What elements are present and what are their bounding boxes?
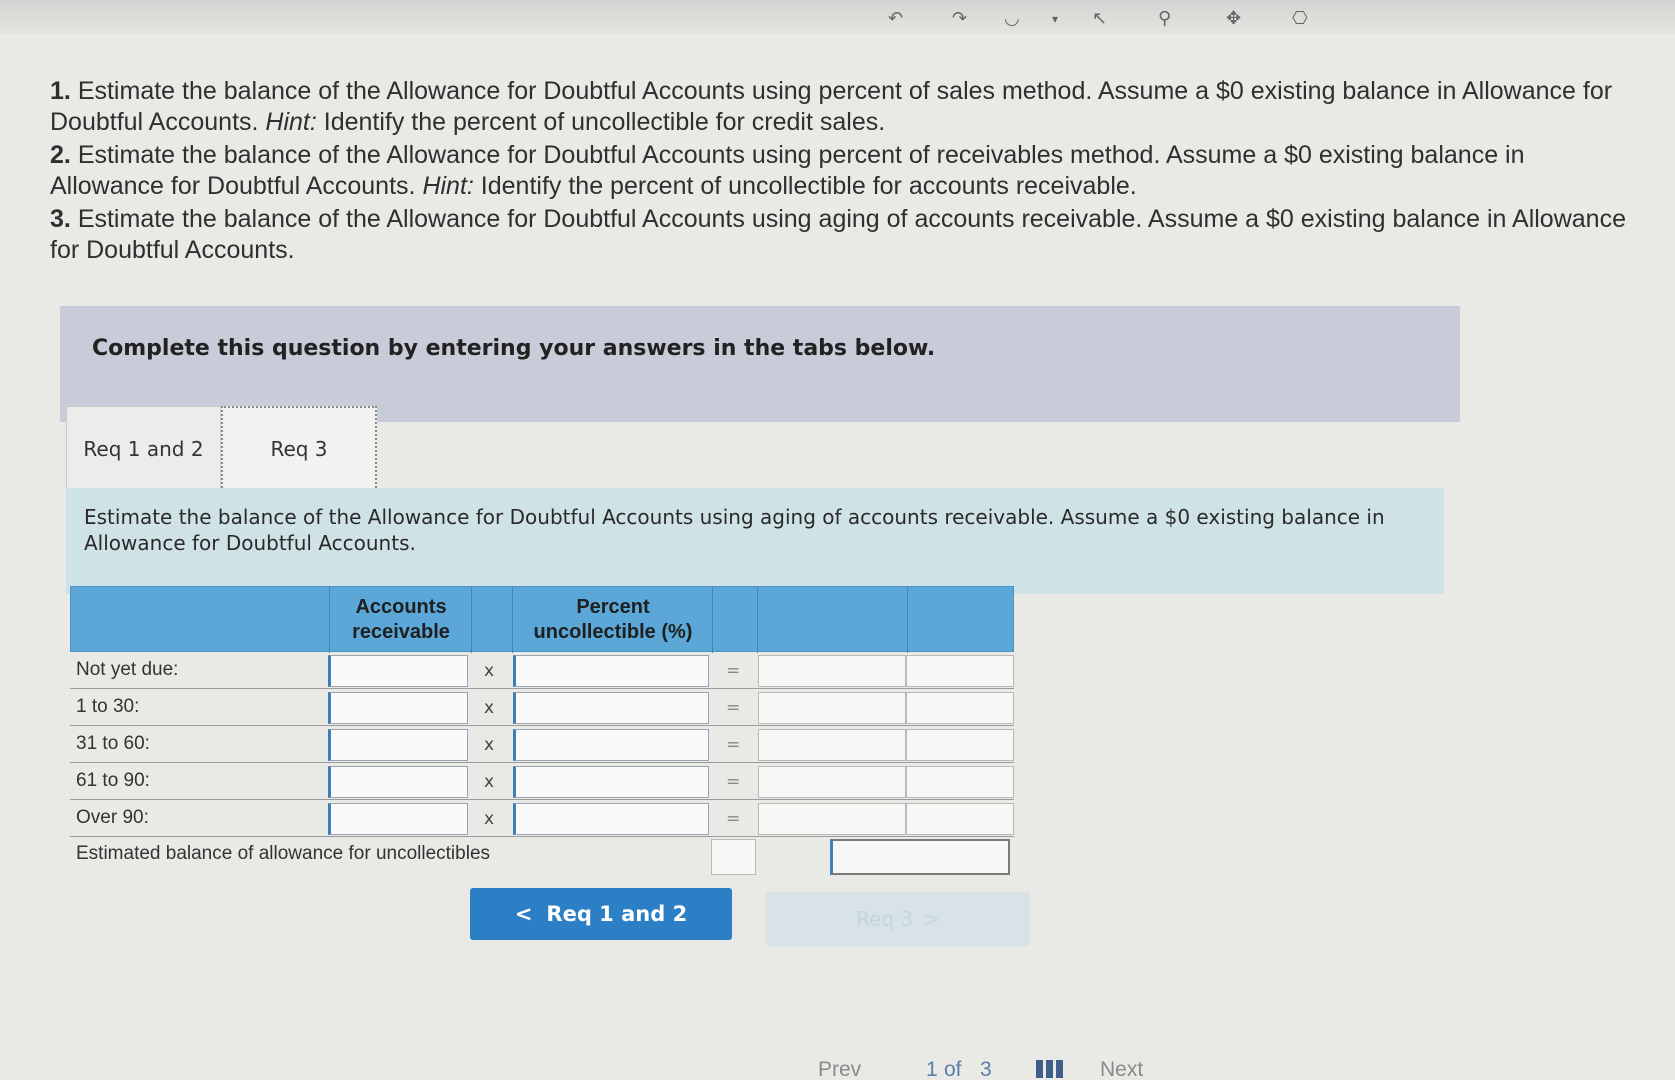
question-instructions: 1. Estimate the balance of the Allowance… xyxy=(50,76,1630,268)
table-row: Not yet due: x = xyxy=(70,652,1014,689)
percent-uncollectible-input[interactable] xyxy=(513,655,709,687)
chevron-down-icon[interactable]: ▾ xyxy=(1052,12,1058,26)
multiply-sign: x xyxy=(484,735,495,755)
instruction-2-hint-text: Identify the percent of uncollectible fo… xyxy=(473,172,1137,200)
percent-uncollectible-input[interactable] xyxy=(513,803,709,835)
row-label: Not yet due: xyxy=(76,659,179,680)
pager-prev[interactable]: Prev xyxy=(818,1058,861,1080)
grid-icon[interactable] xyxy=(1036,1060,1064,1078)
next-tab-label: Req 3 xyxy=(856,907,914,931)
total-spacer-cell xyxy=(711,839,756,875)
extra-cell xyxy=(906,655,1014,687)
question-bar-text: Complete this question by entering your … xyxy=(92,336,936,361)
accounts-receivable-input[interactable] xyxy=(328,692,468,724)
chevron-left-icon: < xyxy=(514,902,533,926)
instruction-3-number: 3. xyxy=(50,205,71,233)
header-accounts-receivable: Accounts receivable xyxy=(352,596,450,643)
equals-sign: = xyxy=(726,735,741,755)
total-label: Estimated balance of allowance for uncol… xyxy=(76,843,491,864)
estimated-allowance-input[interactable] xyxy=(830,839,1010,875)
header-percent-uncollectible: Percent uncollectible (%) xyxy=(533,596,693,643)
row-label: 1 to 30: xyxy=(76,696,140,717)
extra-cell xyxy=(906,692,1014,724)
table-row: 31 to 60: x = xyxy=(70,726,1014,763)
tab-req-1-and-2[interactable]: Req 1 and 2 xyxy=(66,406,221,492)
row-label: 31 to 60: xyxy=(76,733,150,754)
pager-of-text: of xyxy=(944,1058,962,1080)
table-row: 61 to 90: x = xyxy=(70,763,1014,800)
tab-instruction-panel: Estimate the balance of the Allowance fo… xyxy=(66,488,1444,594)
result-cell xyxy=(758,803,906,835)
instruction-2: 2. Estimate the balance of the Allowance… xyxy=(50,140,1630,202)
result-cell xyxy=(758,729,906,761)
pointer-icon[interactable]: ↖ xyxy=(1092,8,1107,29)
extra-cell xyxy=(906,729,1014,761)
annotation-toolbar: ↶ ↷ ◡ ▾ ↖ ⚲ ✥ ⎔ xyxy=(0,0,1675,34)
shape-icon[interactable]: ◡ xyxy=(1004,8,1020,29)
header-divider xyxy=(512,587,513,653)
instruction-2-number: 2. xyxy=(50,141,71,169)
percent-uncollectible-input[interactable] xyxy=(513,766,709,798)
tab-req-3[interactable]: Req 3 xyxy=(221,406,377,492)
accounts-receivable-input[interactable] xyxy=(328,803,468,835)
multiply-sign: x xyxy=(484,661,495,681)
instruction-1-hint-label: Hint: xyxy=(265,108,317,136)
extra-cell xyxy=(906,803,1014,835)
pager-current: 1 xyxy=(926,1058,938,1080)
equals-sign: = xyxy=(726,772,741,792)
instruction-3-text: Estimate the balance of the Allowance fo… xyxy=(50,205,1626,264)
tab-label: Req 1 and 2 xyxy=(83,437,204,461)
page: ↶ ↷ ◡ ▾ ↖ ⚲ ✥ ⎔ 1. Estimate the balance … xyxy=(0,0,1675,1080)
accounts-receivable-input[interactable] xyxy=(328,766,468,798)
total-row: Estimated balance of allowance for uncol… xyxy=(70,837,1014,877)
tab-label: Req 3 xyxy=(270,437,328,461)
row-label: 61 to 90: xyxy=(76,770,150,791)
instruction-1-hint-text: Identify the percent of uncollectible fo… xyxy=(316,108,886,136)
result-cell xyxy=(758,692,906,724)
equals-sign: = xyxy=(726,698,741,718)
accounts-receivable-input[interactable] xyxy=(328,655,468,687)
header-divider xyxy=(471,587,472,653)
accounts-receivable-input[interactable] xyxy=(328,729,468,761)
tab-instruction-text: Estimate the balance of the Allowance fo… xyxy=(84,505,1385,555)
header-divider xyxy=(757,587,758,653)
equals-sign: = xyxy=(726,661,741,681)
row-label: Over 90: xyxy=(76,807,149,828)
result-cell xyxy=(758,766,906,798)
multiply-sign: x xyxy=(484,772,495,792)
redo-icon[interactable]: ↷ xyxy=(952,8,967,29)
table-row: Over 90: x = xyxy=(70,800,1014,837)
pager-total: 3 xyxy=(980,1058,992,1080)
fullscreen-icon[interactable]: ⎔ xyxy=(1292,8,1308,29)
table-row: 1 to 30: x = xyxy=(70,689,1014,726)
percent-uncollectible-input[interactable] xyxy=(513,729,709,761)
percent-uncollectible-input[interactable] xyxy=(513,692,709,724)
instruction-2-hint-label: Hint: xyxy=(422,172,474,200)
instruction-3: 3. Estimate the balance of the Allowance… xyxy=(50,204,1630,266)
prev-tab-button[interactable]: < Req 1 and 2 xyxy=(470,888,732,940)
question-bar: Complete this question by entering your … xyxy=(60,306,1460,422)
link-icon[interactable]: ⚲ xyxy=(1158,8,1171,29)
header-divider xyxy=(907,587,908,653)
instruction-1-number: 1. xyxy=(50,77,71,105)
undo-icon[interactable]: ↶ xyxy=(888,8,903,29)
header-divider xyxy=(712,587,713,653)
extra-cell xyxy=(906,766,1014,798)
result-cell xyxy=(758,655,906,687)
multiply-sign: x xyxy=(484,809,495,829)
table-header: Accounts receivable Percent uncollectibl… xyxy=(70,586,1014,653)
header-divider xyxy=(329,587,330,653)
pager-next[interactable]: Next xyxy=(1100,1058,1143,1080)
move-icon[interactable]: ✥ xyxy=(1226,8,1241,29)
equals-sign: = xyxy=(726,809,741,829)
prev-tab-label: Req 1 and 2 xyxy=(546,902,688,926)
instruction-1: 1. Estimate the balance of the Allowance… xyxy=(50,76,1630,138)
next-tab-button: Req 3 > xyxy=(766,892,1030,946)
chevron-right-icon: > xyxy=(923,907,940,931)
multiply-sign: x xyxy=(484,698,495,718)
